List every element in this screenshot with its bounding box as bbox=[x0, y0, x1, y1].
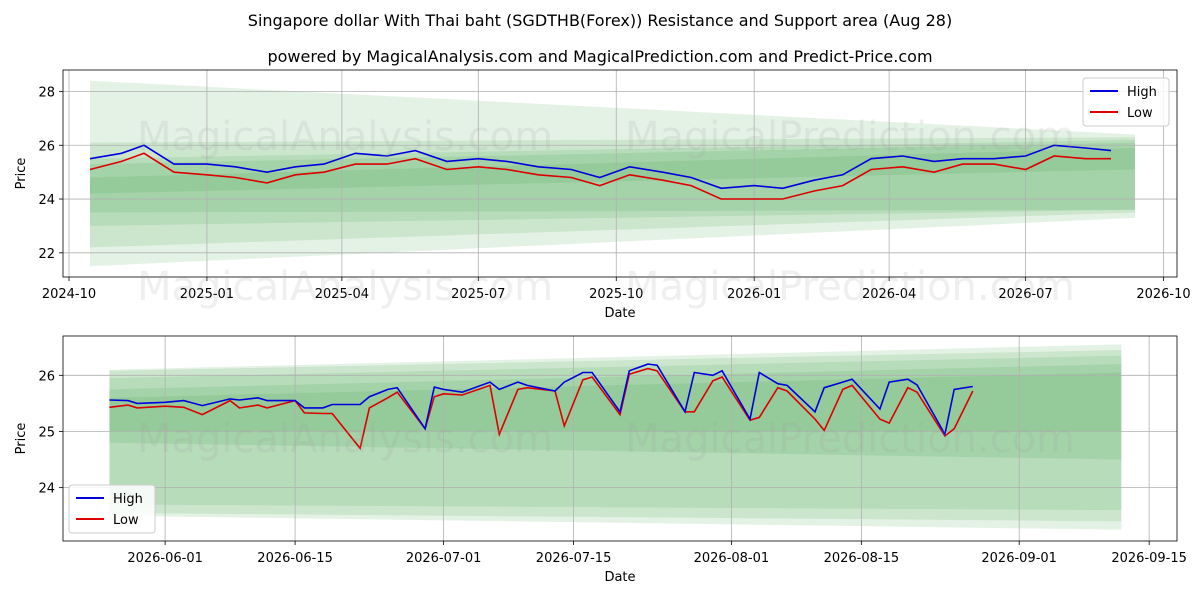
legend-label-high: High bbox=[1127, 85, 1157, 100]
chart-subtitle: powered by MagicalAnalysis.com and Magic… bbox=[267, 47, 932, 66]
y-tick-label: 25 bbox=[38, 425, 55, 440]
y-tick-label: 28 bbox=[38, 86, 55, 101]
y-tick-label: 22 bbox=[38, 247, 55, 262]
watermark-text: MagicalAnalysis.com bbox=[137, 416, 553, 462]
x-tick-label: 2026-09-01 bbox=[981, 551, 1057, 566]
watermark-text: MagicalPrediction.com bbox=[625, 114, 1075, 160]
x-tick-label: 2026-08-15 bbox=[824, 551, 900, 566]
x-tick-label: 2026-06-01 bbox=[127, 551, 203, 566]
x-tick-label: 2026-06-15 bbox=[257, 551, 333, 566]
chart-title: Singapore dollar With Thai baht (SGDTHB(… bbox=[248, 11, 952, 30]
y-tick-label: 24 bbox=[38, 482, 55, 497]
legend-label-high: High bbox=[113, 492, 143, 507]
y-axis-label: Price bbox=[14, 423, 29, 455]
x-axis-label: Date bbox=[604, 570, 635, 585]
forex-chart-figure: Singapore dollar With Thai baht (SGDTHB(… bbox=[0, 0, 1200, 600]
x-tick-label: 2024-10 bbox=[42, 287, 96, 302]
legend: High Low bbox=[1082, 77, 1170, 127]
watermark-text: MagicalPrediction.com bbox=[625, 264, 1075, 310]
y-tick-label: 24 bbox=[38, 193, 55, 208]
watermark-text: MagicalAnalysis.com bbox=[137, 264, 553, 310]
y-tick-label: 26 bbox=[38, 369, 55, 384]
x-tick-label: 2026-08-01 bbox=[694, 551, 770, 566]
y-tick-label: 26 bbox=[38, 139, 55, 154]
legend-label-low: Low bbox=[113, 513, 139, 528]
watermark-text: MagicalPrediction.com bbox=[625, 416, 1075, 462]
x-tick-label: 2026-09-15 bbox=[1111, 551, 1187, 566]
y-axis-label: Price bbox=[14, 158, 29, 190]
legend: High Low bbox=[68, 484, 156, 534]
x-tick-label: 2026-07-15 bbox=[536, 551, 612, 566]
x-tick-label: 2026-10 bbox=[1136, 287, 1190, 302]
watermark-text: MagicalAnalysis.com bbox=[137, 114, 553, 160]
x-tick-label: 2026-07-01 bbox=[406, 551, 482, 566]
legend-label-low: Low bbox=[1127, 106, 1153, 121]
